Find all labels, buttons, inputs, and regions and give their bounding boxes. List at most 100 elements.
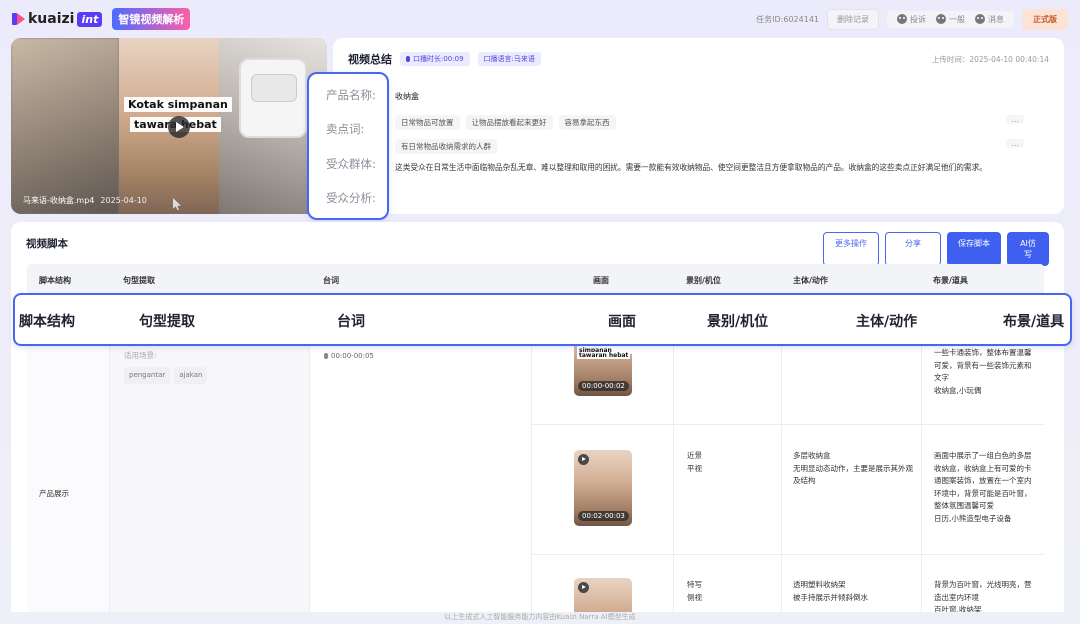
logo[interactable]: kuaizi int (12, 11, 103, 27)
line-time-text: 00:00-00:05 (331, 352, 374, 360)
mic-icon (324, 353, 328, 360)
video-summary-card: 视频总结 口播时长:00:09 口播语言:马来语 上传时间：2025-04-10… (333, 38, 1064, 214)
feedback-group: 投诉 一般 消息 (887, 10, 1014, 28)
thumb-time: 00:02-00:03 (578, 511, 629, 521)
language-text: 口播语言:马来语 (483, 55, 535, 63)
shot-text: 特写 侧视 (687, 580, 702, 602)
task-id: 任务ID:6024141 (756, 14, 819, 24)
col-structure: 脚本结构 (39, 276, 71, 285)
pattern-tag: ajakan (174, 367, 208, 384)
col-props: 布景/道具 (933, 276, 968, 285)
frame-thumbnail[interactable]: 00:02-00:03 (574, 450, 632, 526)
subject-text: 透明塑料收纳架 被手持展示并倾斜倒水 (793, 580, 868, 602)
upload-time: 上传时间：2025-04-10 00:40:14 (931, 55, 1049, 64)
share-button[interactable]: 分享 (885, 232, 941, 266)
thumb-caption-2: tawaran hebat (577, 352, 631, 359)
play-icon[interactable] (168, 116, 190, 138)
play-icon[interactable] (578, 454, 589, 465)
product-name-value: 收纳盒 (395, 92, 419, 101)
header-actions: 任务ID:6024141 删除记录 投诉 一般 消息 正式版 (756, 8, 1068, 30)
col-pattern: 句型提取 (123, 276, 155, 285)
callout-lines: 台词 (337, 314, 365, 330)
props-text: 画面中展示了一组白色的多层收纳盒，收纳盒上有可爱的卡通图案装饰，放置在一个室内环… (934, 451, 1032, 523)
plan-badge[interactable]: 正式版 (1022, 8, 1068, 30)
duration-chip: 口播时长:00:09 (400, 52, 470, 66)
audience-tag: 有日常物品收纳需求的人群 (395, 139, 497, 154)
selling-points-more-button[interactable]: ... (1006, 115, 1024, 124)
divider (531, 424, 1044, 425)
complaint-icon (897, 14, 907, 24)
logo-mark-icon (12, 12, 26, 26)
logo-suffix: int (77, 11, 103, 27)
duration-text: 口播时长:00:09 (413, 55, 464, 63)
summary-header: 视频总结 口播时长:00:09 口播语言:马来语 (348, 51, 541, 67)
col-shot: 景别/机位 (686, 276, 721, 285)
rating-label: 一般 (949, 14, 965, 24)
table-header: 脚本结构 句型提取 台词 画面 景别/机位 主体/动作 布景/道具 (27, 264, 1044, 294)
rating-button[interactable]: 一般 (936, 14, 965, 25)
ai-imitate-button[interactable]: AI仿写 (1007, 232, 1049, 266)
delete-record-button[interactable]: 删除记录 (827, 8, 879, 30)
selling-points: 日常物品可放置 让物品摆放看起来更好 容易拿起东西 (395, 115, 616, 130)
video-date: 2025-04-10 (100, 196, 147, 205)
mic-icon (406, 56, 410, 62)
save-script-button[interactable]: 保存脚本 (947, 232, 1001, 266)
video-caption-1: Kotak simpanan (124, 97, 232, 112)
col-subject: 主体/动作 (793, 276, 828, 285)
video-script-card: 视频脚本 更多操作 分享 保存脚本 AI仿写 脚本结构 句型提取 台词 画面 景… (11, 222, 1064, 612)
frame-thumbnail[interactable] (574, 578, 632, 612)
logo-text: kuaizi (28, 11, 75, 27)
col-frame: 画面 (593, 276, 609, 285)
neutral-face-icon (936, 14, 946, 24)
app-badge: 智镜视频解析 (112, 8, 191, 30)
thumb-time: 00:00-00:02 (578, 381, 629, 391)
audience-analysis: 这类受众在日常生活中面临物品杂乱无章、难以整理和取用的困扰。需要一款能有效收纳物… (395, 163, 987, 172)
col-lines: 台词 (323, 276, 339, 285)
script-toolbar: 更多操作 分享 保存脚本 AI仿写 (823, 232, 1049, 266)
video-preview[interactable]: Kotak simpanan tawara hebat 马来语-收纳盒.mp4 … (11, 38, 327, 214)
label-product-name: 产品名称: (326, 88, 376, 102)
structure-text: 产品展示 (39, 489, 69, 498)
pattern-label: 适用场景: (124, 351, 157, 360)
selling-point-tag: 让物品摆放看起来更好 (465, 115, 553, 130)
props-text: 一些卡通装饰，整体布置温馨可爱，背景有一些装饰元素和文字 收纳盒,小玩偶 (934, 348, 1032, 395)
complaint-label: 投诉 (910, 14, 926, 24)
pattern-tag: pengantar (124, 367, 171, 384)
label-selling-points: 卖点词: (326, 122, 365, 136)
label-analysis: 受众分析: (326, 191, 376, 205)
pattern-tags: pengantar ajakan (124, 367, 211, 384)
callout-frame: 画面 (608, 314, 636, 330)
summary-labels-callout: 产品名称: 卖点词: 受众群体: 受众分析: (307, 72, 389, 220)
video-bg-left (11, 38, 119, 214)
language-chip: 口播语言:马来语 (477, 52, 541, 66)
audience-more-button[interactable]: ... (1006, 139, 1024, 148)
callout-props: 布景/道具 (1003, 314, 1065, 330)
callout-shot: 景别/机位 (707, 314, 769, 330)
product-image (239, 58, 307, 138)
play-icon[interactable] (578, 582, 589, 593)
summary-title: 视频总结 (348, 53, 392, 66)
callout-pattern: 句型提取 (139, 314, 195, 330)
message-icon (975, 14, 985, 24)
callout-structure: 脚本结构 (19, 314, 75, 330)
footer-disclaimer: 以上生成式人工智能服务能力内容由Kuaizi Narra AI模型生成 (444, 613, 636, 621)
label-audience: 受众群体: (326, 157, 376, 171)
selling-point-tag: 日常物品可放置 (395, 115, 460, 130)
callout-subject: 主体/动作 (856, 314, 918, 330)
more-actions-button[interactable]: 更多操作 (823, 232, 879, 266)
audience-tags: 有日常物品收纳需求的人群 (395, 139, 497, 154)
top-bar: kuaizi int 智镜视频解析 任务ID:6024141 删除记录 投诉 一… (0, 0, 1080, 38)
subject-text: 多层收纳盒 无明显动态动作，主要是展示其外观及结构 (793, 451, 913, 485)
shot-text: 近景 平视 (687, 451, 702, 473)
video-info: 马来语-收纳盒.mp4 2025-04-10 (23, 195, 147, 206)
props-text: 背景为百叶窗，光线明亮，营造出室内环境 百叶窗,收纳架 (934, 580, 1032, 612)
table-header-callout: 脚本结构 句型提取 台词 画面 景别/机位 主体/动作 布景/道具 (13, 293, 1072, 346)
message-label: 消息 (988, 14, 1004, 24)
divider (531, 554, 1044, 555)
script-title: 视频脚本 (26, 238, 68, 250)
video-filename: 马来语-收纳盒.mp4 (23, 196, 95, 205)
line-time: 00:00-00:05 (324, 350, 374, 363)
selling-point-tag: 容易拿起东西 (558, 115, 616, 130)
complaint-button[interactable]: 投诉 (897, 14, 926, 25)
message-button[interactable]: 消息 (975, 14, 1004, 25)
